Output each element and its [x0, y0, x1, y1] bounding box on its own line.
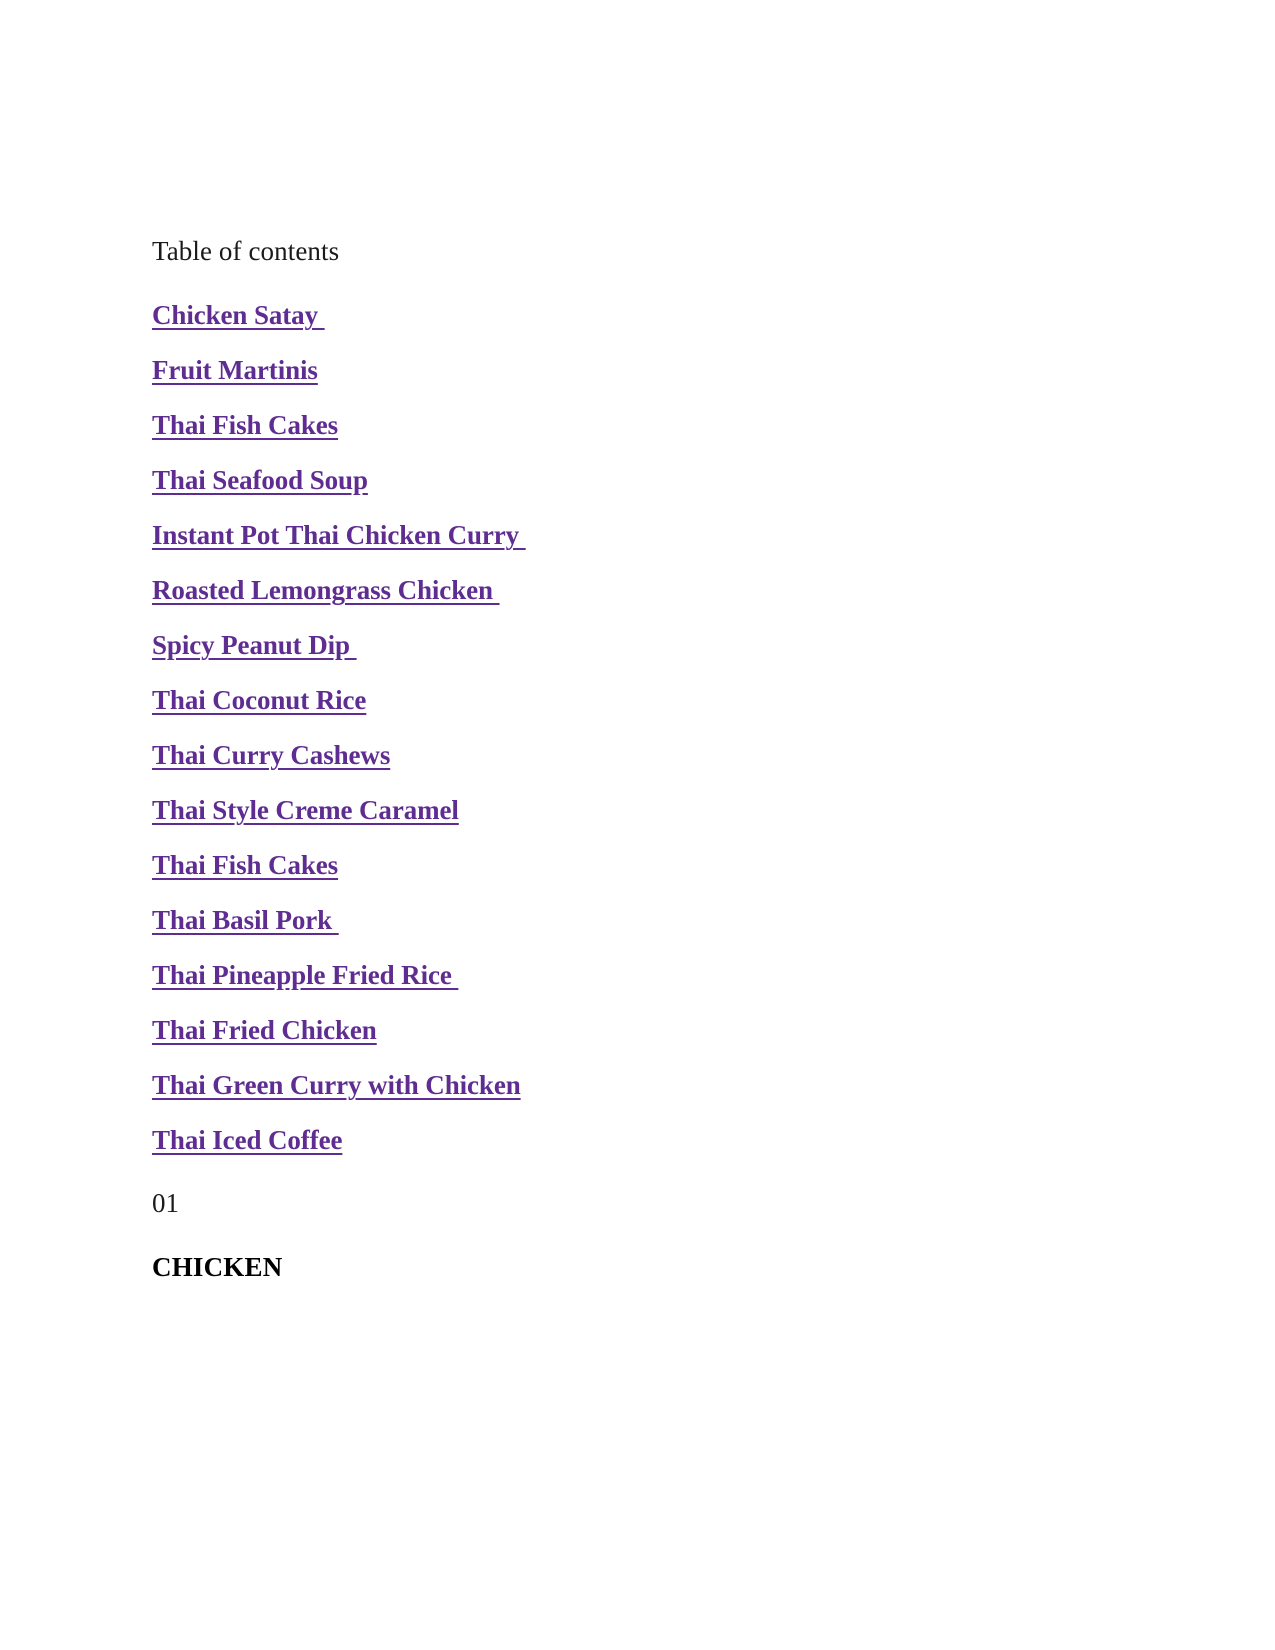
page-title: Table of contents [152, 236, 340, 266]
section-title: CHICKEN [152, 1252, 283, 1282]
toc-link-thai-pineapple-fried-rice[interactable]: Thai Pineapple Fried Rice [152, 960, 458, 990]
list-item: Instant Pot Thai Chicken Curry [152, 522, 1275, 549]
list-item: Thai Fish Cakes [152, 412, 1275, 439]
list-item: Chicken Satay [152, 302, 1275, 329]
list-item: Thai Green Curry with Chicken [152, 1072, 1275, 1099]
toc-link-thai-seafood-soup[interactable]: Thai Seafood Soup [152, 465, 368, 495]
table-of-contents-list: Chicken Satay Fruit Martinis Thai Fish C… [152, 302, 1275, 1154]
toc-link-thai-iced-coffee[interactable]: Thai Iced Coffee [152, 1125, 342, 1155]
toc-link-spicy-peanut-dip[interactable]: Spicy Peanut Dip [152, 630, 357, 660]
toc-link-chicken-satay[interactable]: Chicken Satay [152, 300, 325, 330]
section-number: 01 [152, 1188, 179, 1218]
list-item: Thai Basil Pork [152, 907, 1275, 934]
list-item: Fruit Martinis [152, 357, 1275, 384]
toc-link-thai-style-creme-caramel[interactable]: Thai Style Creme Caramel [152, 795, 459, 825]
toc-link-roasted-lemongrass-chicken[interactable]: Roasted Lemongrass Chicken [152, 575, 500, 605]
list-item: Thai Style Creme Caramel [152, 797, 1275, 824]
toc-link-fruit-martinis[interactable]: Fruit Martinis [152, 355, 318, 385]
list-item: Thai Fried Chicken [152, 1017, 1275, 1044]
list-item: Thai Pineapple Fried Rice [152, 962, 1275, 989]
toc-link-thai-basil-pork[interactable]: Thai Basil Pork [152, 905, 339, 935]
list-item: Thai Coconut Rice [152, 687, 1275, 714]
toc-link-thai-green-curry-with-chicken[interactable]: Thai Green Curry with Chicken [152, 1070, 521, 1100]
toc-link-thai-curry-cashews[interactable]: Thai Curry Cashews [152, 740, 390, 770]
toc-link-thai-fish-cakes-2[interactable]: Thai Fish Cakes [152, 850, 338, 880]
list-item: Thai Curry Cashews [152, 742, 1275, 769]
document-page: Table of contents Chicken Satay Fruit Ma… [0, 0, 1275, 1650]
list-item: Spicy Peanut Dip [152, 632, 1275, 659]
toc-link-thai-fried-chicken[interactable]: Thai Fried Chicken [152, 1015, 377, 1045]
toc-link-thai-fish-cakes-1[interactable]: Thai Fish Cakes [152, 410, 338, 440]
toc-link-instant-pot-thai-chicken-curry[interactable]: Instant Pot Thai Chicken Curry [152, 520, 526, 550]
list-item: Thai Fish Cakes [152, 852, 1275, 879]
list-item: Thai Seafood Soup [152, 467, 1275, 494]
list-item: Roasted Lemongrass Chicken [152, 577, 1275, 604]
list-item: Thai Iced Coffee [152, 1127, 1275, 1154]
toc-link-thai-coconut-rice[interactable]: Thai Coconut Rice [152, 685, 366, 715]
